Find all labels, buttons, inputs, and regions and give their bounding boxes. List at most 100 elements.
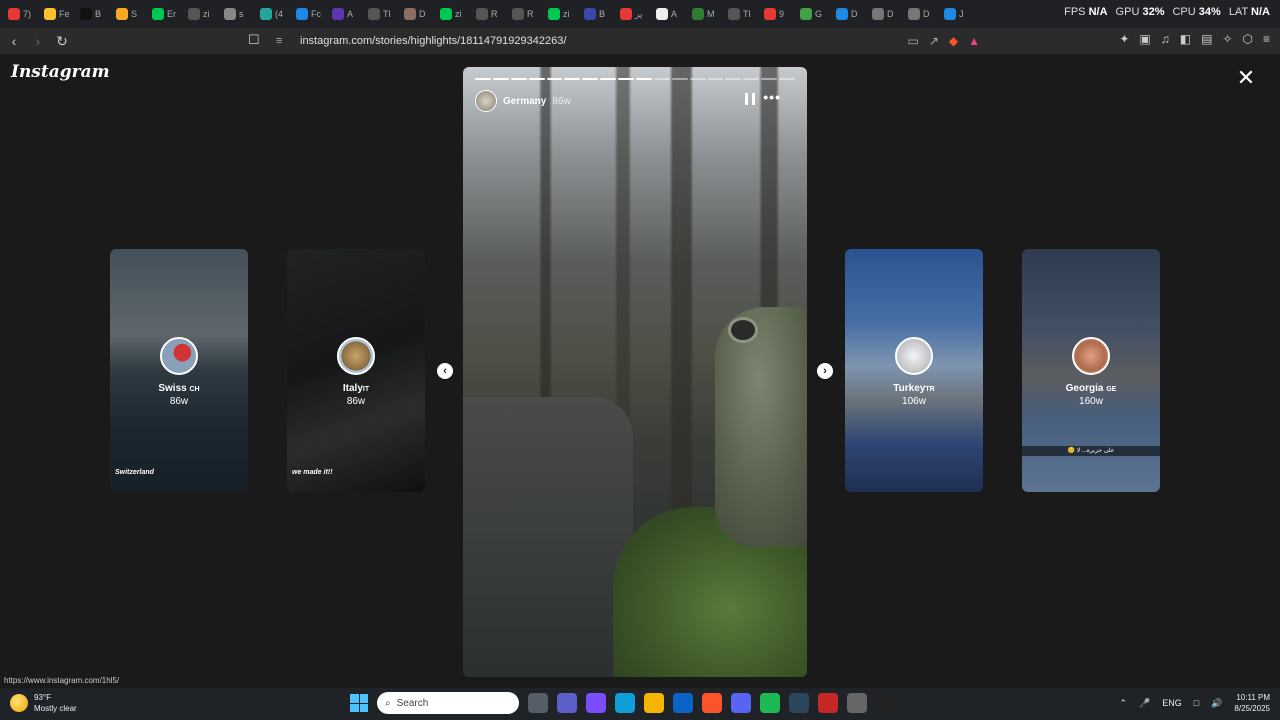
browser-tab[interactable]: D [904,3,940,25]
story-age: 160w [1079,396,1103,407]
browser-tab[interactable]: A [652,3,688,25]
taskbar-search[interactable]: ⌕ Search [377,692,519,714]
tab-label: B [95,9,102,19]
browser-tab[interactable]: s [220,3,256,25]
story-caption: we made it!! [292,469,333,476]
story-thumbnail-italy[interactable]: ItalyIT 86w we made it!! [287,249,425,492]
status-bar-url: https://www.instagram.com/1hl5/ [0,676,124,688]
weather-widget[interactable]: 93°F Mostly clear [10,692,77,714]
steam-icon[interactable] [789,693,809,713]
story-thumbnail-turkey[interactable]: TurkeyTR 106w [845,249,983,492]
edge-icon[interactable] [615,693,635,713]
brave-shield-icon[interactable]: ◆ [949,34,958,48]
windows-taskbar: 93°F Mostly clear ⌕ Search ⌃ 🎤 ENG □ 🔊 1… [0,688,1280,720]
network-icon[interactable]: □ [1194,698,1199,708]
wallet-icon[interactable]: ▤ [1201,32,1212,46]
browser-tab[interactable]: J [940,3,976,25]
spotify-icon[interactable] [760,693,780,713]
browser-tab[interactable]: D [832,3,868,25]
copilot-icon[interactable] [586,693,606,713]
instagram-logo[interactable]: Instagram [11,62,110,82]
browser-tab[interactable]: Fc [292,3,328,25]
outlook-icon[interactable] [673,693,693,713]
brave-icon[interactable] [702,693,722,713]
browser-tab[interactable]: (4 [256,3,292,25]
bookmark-icon[interactable]: ☐ [248,32,260,48]
browser-tab[interactable]: D [400,3,436,25]
music-icon[interactable]: ♫ [1161,32,1170,46]
folder-icon[interactable] [644,693,664,713]
tray-overflow-icon[interactable]: ⌃ [1119,698,1127,709]
more-options-icon[interactable]: ••• [763,89,781,105]
back-arrow-icon[interactable]: ‹ [4,31,24,51]
story-thumbnail-swiss[interactable]: Swiss CH 86w Switzerland [110,249,248,492]
search-placeholder: Search [396,697,429,709]
share-icon[interactable]: ↗ [929,34,939,48]
browser-tab[interactable]: R [472,3,508,25]
vpn-icon[interactable]: ⬡ [1243,32,1253,46]
browser-tab[interactable]: D [868,3,904,25]
volume-icon[interactable]: 🔊 [1211,698,1222,709]
tab-label: R [491,9,498,19]
sidebar-icon[interactable]: ◧ [1180,32,1191,46]
screenshot-icon[interactable]: ▣ [1139,32,1150,46]
active-story[interactable]: Germany 86w ••• [463,67,807,677]
close-icon[interactable]: ✕ [1236,67,1256,89]
browser-tab[interactable]: Tl [364,3,400,25]
forward-arrow-icon[interactable]: › [28,31,48,51]
browser-tab[interactable]: B [76,3,112,25]
leo-ai-icon[interactable]: ✧ [1222,32,1232,46]
extensions-icon[interactable]: ✦ [1119,32,1129,46]
browser-tab[interactable]: 9 [760,3,796,25]
tab-label: D [923,9,930,19]
browser-tab[interactable]: S [112,3,148,25]
browser-tab[interactable]: M [688,3,724,25]
browser-tab[interactable]: ير [616,3,652,25]
reload-icon[interactable]: ↻ [52,31,72,51]
story-thumbnail-georgia[interactable]: Georgia GE 160w 😊 على جزيرة... لا [1022,249,1160,492]
performance-overlay: FPS N/A GPU 32% CPU 34% LAT N/A [1064,6,1270,18]
tab-favicon-icon [296,8,308,20]
tab-favicon-icon [116,8,128,20]
browser-tab[interactable]: zi [436,3,472,25]
discord-icon[interactable] [731,693,751,713]
tab-favicon-icon [476,8,488,20]
microphone-icon[interactable]: 🎤 [1139,698,1150,709]
browser-tab[interactable]: zi [184,3,220,25]
weather-icon [10,694,28,712]
cast-icon[interactable]: ▭ [907,34,918,48]
browser-tab[interactable]: B [580,3,616,25]
brave-rewards-icon[interactable]: ▲ [968,34,980,48]
browser-tab[interactable]: 7) [4,3,40,25]
teams-icon[interactable] [557,693,577,713]
address-bar[interactable]: ≡ instagram.com/stories/highlights/18114… [270,30,990,52]
pause-icon[interactable] [745,93,755,105]
tab-label: zi [203,9,210,19]
story-avatar[interactable] [475,90,497,112]
story-title[interactable]: Germany [503,96,546,107]
news-icon[interactable] [818,693,838,713]
browser-tab[interactable]: Fe [40,3,76,25]
browser-tab[interactable]: R [508,3,544,25]
url-text[interactable]: instagram.com/stories/highlights/1811479… [300,35,566,47]
tab-favicon-icon [8,8,20,20]
menu-icon[interactable]: ≡ [1263,32,1270,46]
tab-label: D [887,9,894,19]
start-button-icon[interactable] [350,694,368,712]
settings-icon[interactable] [847,693,867,713]
browser-tab[interactable]: G [796,3,832,25]
clock[interactable]: 10:11 PM 8/25/2025 [1234,692,1270,714]
browser-tab[interactable]: Er [148,3,184,25]
language-indicator[interactable]: ENG [1162,698,1182,708]
progress-segment [600,78,617,80]
browser-tab[interactable]: A [328,3,364,25]
previous-story-arrow-icon[interactable]: ‹ [437,363,453,379]
tab-label: zi [455,9,462,19]
obs-icon[interactable] [876,693,896,713]
browser-tab[interactable]: Tl [724,3,760,25]
story-time: 86w [552,95,571,107]
file-explorer-icon[interactable] [528,693,548,713]
site-info-icon[interactable]: ≡ [276,35,290,47]
browser-tab[interactable]: zi [544,3,580,25]
next-story-arrow-icon[interactable]: › [817,363,833,379]
